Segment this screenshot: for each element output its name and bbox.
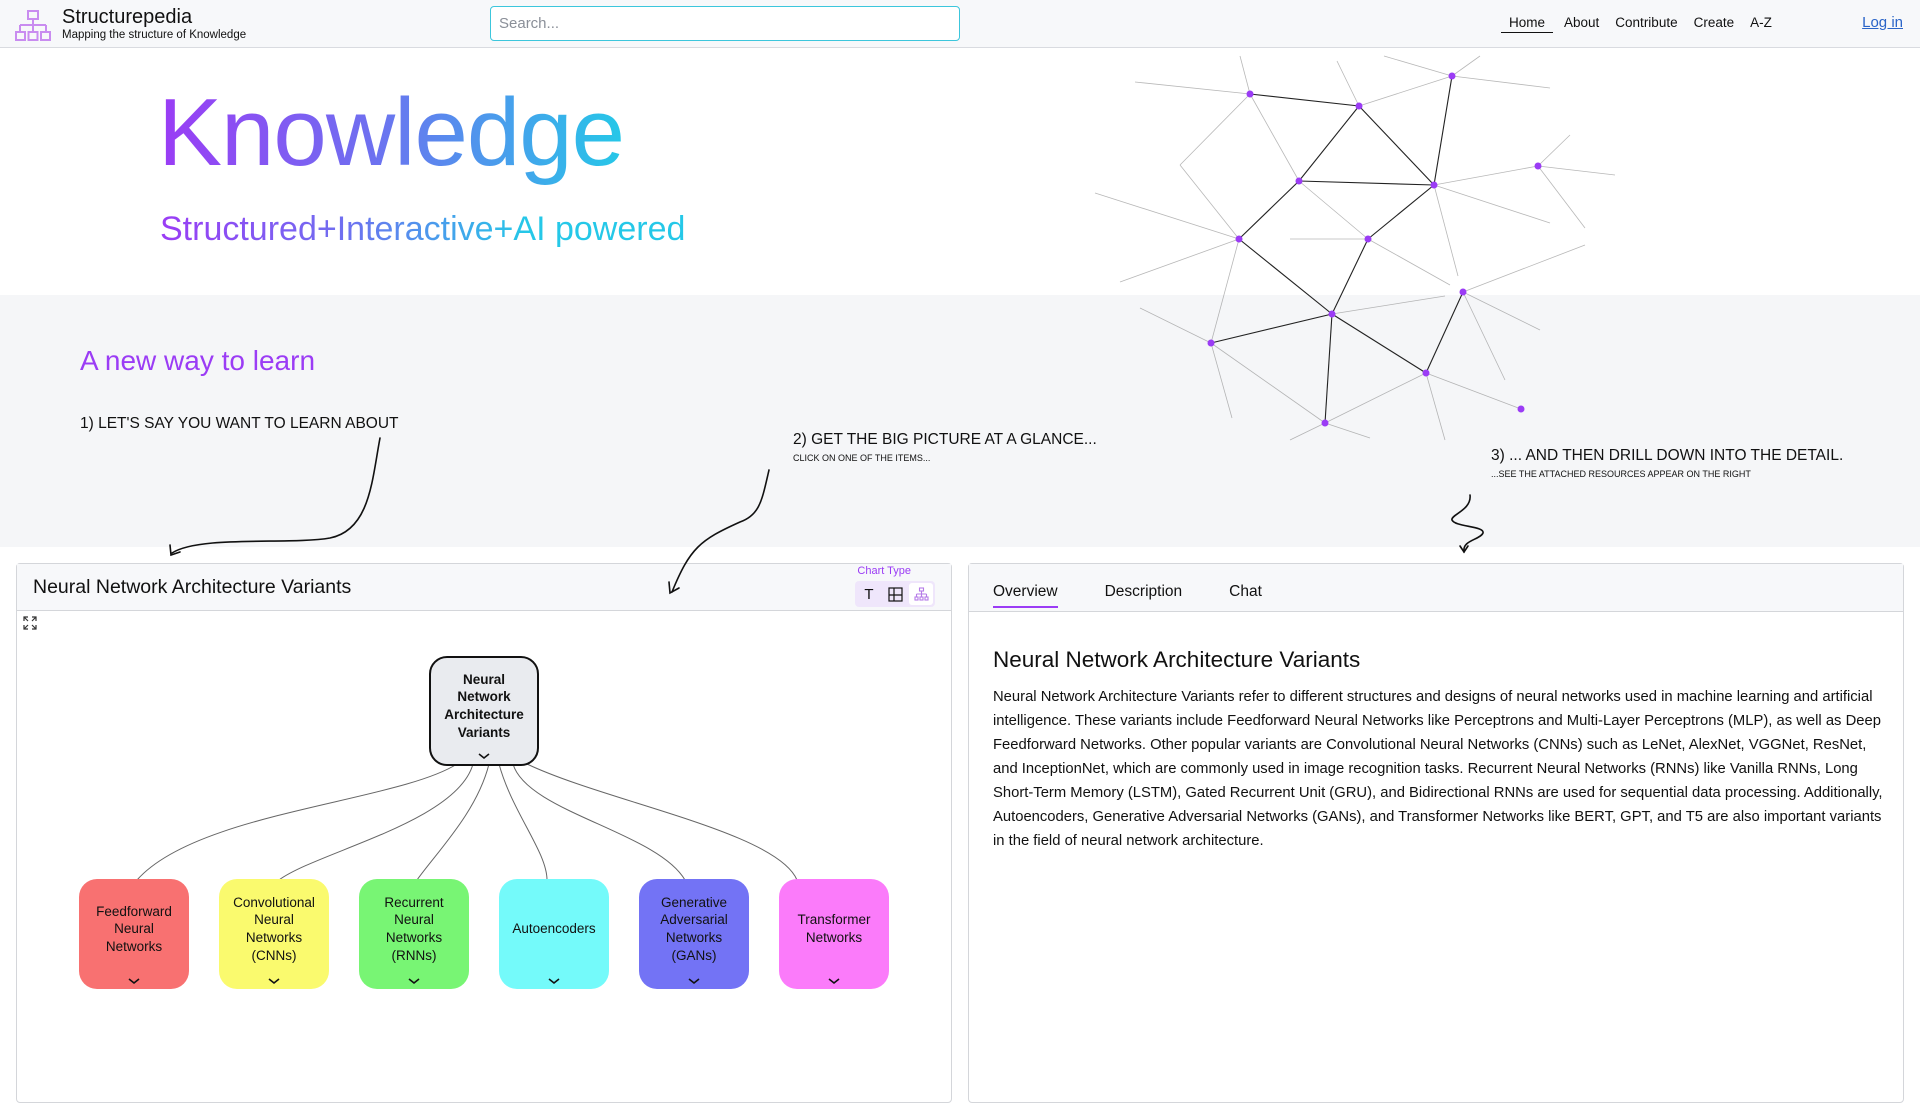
- treemap-icon: [887, 586, 903, 602]
- child-node-label: Convolutional Neural Networks (CNNs): [233, 894, 315, 963]
- network-node: [1448, 72, 1456, 80]
- search-input[interactable]: [490, 6, 960, 41]
- tab-description[interactable]: Description: [1105, 583, 1183, 608]
- child-node-label: Autoencoders: [512, 921, 596, 937]
- hero-title: Knowledge: [158, 79, 625, 186]
- nav-about[interactable]: About: [1559, 15, 1604, 33]
- network-edge: [1433, 75, 1453, 186]
- tab-overview[interactable]: Overview: [993, 583, 1058, 608]
- hierarchy-icon: [913, 586, 929, 601]
- network-edge: [1324, 313, 1333, 424]
- child-node-rnn[interactable]: Recurrent Neural Networks (RNNs): [359, 879, 469, 989]
- child-node-label: Recurrent Neural Networks (RNNs): [384, 894, 444, 963]
- nav-home[interactable]: Home: [1501, 15, 1554, 33]
- tab-chat[interactable]: Chat: [1229, 583, 1262, 608]
- root-node[interactable]: Neural Network Architecture Variants: [429, 656, 539, 766]
- detail-title: Neural Network Architecture Variants: [993, 647, 1361, 672]
- chart-type-text-button[interactable]: T: [857, 583, 881, 605]
- chevron-down-icon[interactable]: [828, 977, 840, 985]
- network-node: [1459, 288, 1467, 296]
- detail-tabs: Overview Description Chat: [993, 583, 1262, 608]
- login-link[interactable]: Log in: [1862, 14, 1903, 31]
- network-node: [1328, 310, 1336, 318]
- connector: [278, 763, 474, 881]
- structure-panel-title: Neural Network Architecture Variants: [33, 576, 352, 598]
- chart-type-label: Chart Type: [857, 565, 911, 577]
- network-node: [1246, 90, 1254, 98]
- chevron-down-icon[interactable]: [268, 977, 280, 985]
- child-node-feedforward[interactable]: Feedforward Neural Networks: [79, 879, 189, 989]
- text-icon: T: [864, 585, 874, 603]
- child-node-transformer[interactable]: Transformer Networks: [779, 879, 889, 989]
- network-faint-edges: [1094, 55, 1616, 441]
- network-node: [1207, 339, 1215, 347]
- step-3-subtext: ...SEE THE ATTACHED RESOURCES APPEAR ON …: [1491, 469, 1751, 479]
- network-node: [1364, 235, 1372, 243]
- step-1-text: 1) LET'S SAY YOU WANT TO LEARN ABOUT: [80, 415, 399, 432]
- step-2-text: 2) GET THE BIG PICTURE AT A GLANCE...: [793, 431, 1097, 448]
- network-node: [1321, 419, 1329, 427]
- child-node-cnn[interactable]: Convolutional Neural Networks (CNNs): [219, 879, 329, 989]
- connector: [498, 763, 548, 881]
- connector: [512, 763, 686, 881]
- network-nodes: [1207, 72, 1542, 427]
- network-edge: [1238, 180, 1300, 240]
- chevron-down-icon[interactable]: [478, 752, 490, 760]
- main-nav: Home About Contribute Create A-Z: [1501, 15, 1777, 33]
- chart-type-treemap-button[interactable]: [883, 583, 907, 605]
- network-edge: [1358, 105, 1435, 186]
- chevron-down-icon[interactable]: [688, 977, 700, 985]
- chevron-down-icon[interactable]: [128, 977, 140, 985]
- hierarchy-logo-icon[interactable]: [15, 10, 51, 42]
- nav-contribute[interactable]: Contribute: [1610, 15, 1682, 33]
- network-edge: [1367, 184, 1435, 240]
- nav-create[interactable]: Create: [1689, 15, 1740, 33]
- detail-panel-header: Overview Description Chat: [969, 564, 1903, 612]
- network-edge: [1238, 238, 1333, 315]
- top-bar: Structurepedia Mapping the structure of …: [0, 0, 1920, 48]
- brand-title[interactable]: Structurepedia: [62, 6, 192, 29]
- structure-panel: Neural Network Architecture Variants Cha…: [16, 563, 952, 1103]
- hero-subtitle: Structured+Interactive+AI powered: [160, 210, 686, 248]
- network-node: [1517, 405, 1525, 413]
- child-node-autoencoders[interactable]: Autoencoders: [499, 879, 609, 989]
- connector: [416, 763, 490, 881]
- network-edge: [1210, 313, 1333, 344]
- connector: [526, 763, 798, 881]
- structure-panel-header: Neural Network Architecture Variants Cha…: [17, 564, 951, 611]
- network-edge: [1425, 291, 1464, 374]
- network-edge: [1298, 180, 1435, 186]
- network-edge: [1331, 313, 1427, 374]
- network-graphic: [1094, 55, 1616, 441]
- network-edge: [1249, 93, 1360, 107]
- child-node-gan[interactable]: Generative Adversarial Networks (GANs): [639, 879, 749, 989]
- network-edge: [1331, 238, 1369, 315]
- network-node: [1422, 369, 1430, 377]
- chart-type-switcher: T: [855, 581, 935, 607]
- network-node: [1295, 177, 1303, 185]
- detail-panel: Overview Description Chat Neural Network…: [968, 563, 1904, 1103]
- nav-a-z[interactable]: A-Z: [1745, 15, 1777, 33]
- network-node: [1430, 181, 1438, 189]
- network-node: [1355, 102, 1363, 110]
- brand-subtitle: Mapping the structure of Knowledge: [62, 29, 247, 41]
- root-node-label: Neural Network Architecture Variants: [444, 671, 524, 740]
- network-node: [1534, 162, 1542, 170]
- step-3-text: 3) ... AND THEN DRILL DOWN INTO THE DETA…: [1491, 447, 1844, 464]
- detail-body: Neural Network Architecture Variants ref…: [993, 689, 1883, 849]
- child-node-label: Transformer Networks: [797, 912, 871, 945]
- step-2-subtext: CLICK ON ONE OF THE ITEMS...: [793, 453, 931, 463]
- child-node-label: Generative Adversarial Networks (GANs): [660, 894, 728, 963]
- chart-type-hierarchy-button[interactable]: [909, 583, 933, 605]
- network-edge: [1298, 105, 1360, 182]
- child-node-label: Feedforward Neural Networks: [96, 903, 172, 954]
- chevron-down-icon[interactable]: [548, 977, 560, 985]
- chevron-down-icon[interactable]: [408, 977, 420, 985]
- intro-heading: A new way to learn: [80, 345, 316, 376]
- network-node: [1235, 235, 1243, 243]
